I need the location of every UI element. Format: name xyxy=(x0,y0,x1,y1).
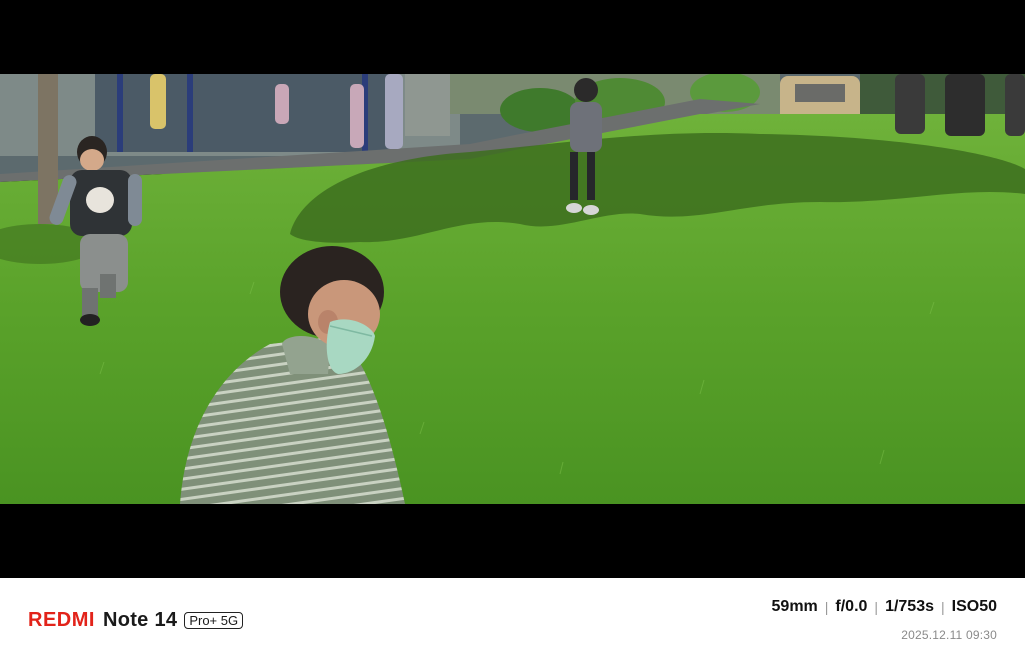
focal-length: 59mm xyxy=(771,598,818,615)
exif-specs: 59mm | f/0.0 | 1/753s | ISO50 xyxy=(772,598,997,616)
divider: | xyxy=(824,599,829,615)
divider: | xyxy=(874,599,879,615)
brand-name: REDMI xyxy=(28,609,95,631)
divider: | xyxy=(941,599,945,615)
capture-datetime: 2025.12.11 09:30 xyxy=(901,628,997,642)
brand-badge: Pro+ 5G xyxy=(184,611,244,629)
brand-logo: REDMI Note 14 Pro+ 5G xyxy=(28,608,244,632)
photo xyxy=(0,74,1025,504)
iso: ISO50 xyxy=(951,598,997,615)
brand-model: Note 14 xyxy=(102,609,178,631)
aperture: f/0.0 xyxy=(835,598,868,615)
shutter-speed: 1/753s xyxy=(885,598,934,615)
photo-letterbox xyxy=(0,0,1025,578)
